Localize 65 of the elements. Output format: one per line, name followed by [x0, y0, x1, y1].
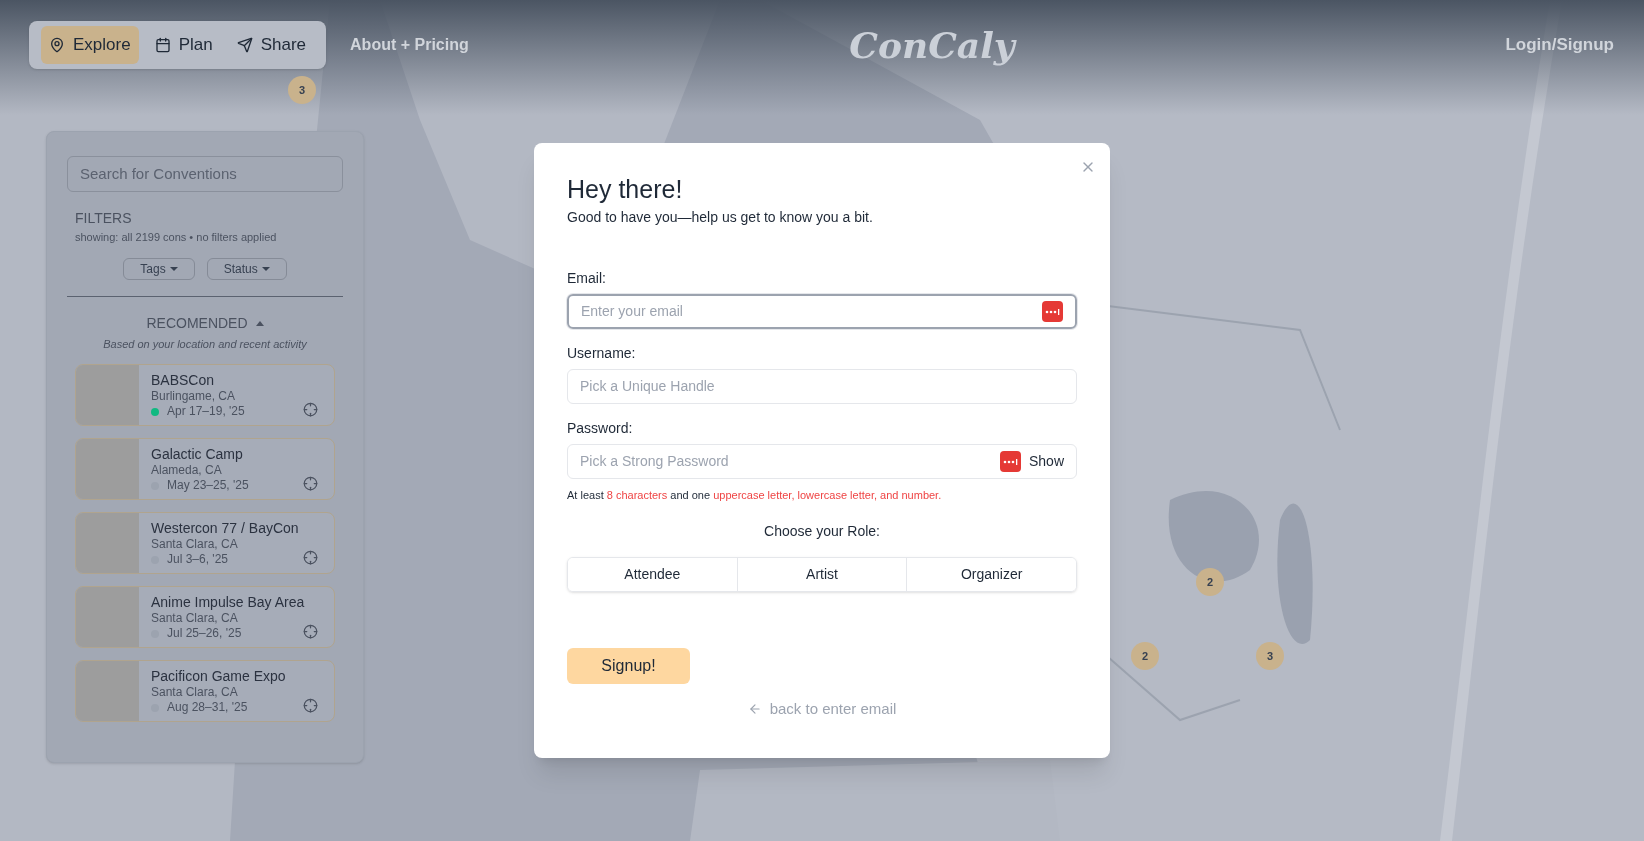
convention-location: Alameda, CA — [151, 463, 223, 478]
convention-location: Santa Clara, CA — [151, 537, 239, 552]
thumbnail — [76, 439, 139, 499]
input-field[interactable]: Enter your email — [567, 294, 1077, 329]
section-toggle[interactable]: RECOMENDED — [146, 312, 264, 334]
convention-card[interactable]: Galactic Camp Alameda, CA May 23–25, '25 — [75, 438, 335, 500]
section-subtitle: Based on your location and recent activity — [103, 336, 307, 352]
filter-dropdown[interactable]: Status — [206, 257, 287, 280]
nav-tab[interactable]: Explore — [41, 26, 139, 64]
crosshair-icon[interactable] — [303, 476, 318, 491]
convention-card[interactable]: Pacificon Game Expo Santa Clara, CA Aug 28–31, '25 — [75, 660, 335, 722]
convention-dates: Jul 25–26, '25 — [167, 626, 242, 641]
password-hint: At least 8 characters and one uppercase letter, lowercase letter, and number. — [567, 488, 943, 503]
signup-button[interactable]: Signup! — [567, 647, 690, 684]
crosshair-icon[interactable] — [303, 624, 318, 639]
paper-plane-icon — [236, 37, 253, 53]
filters-heading: FILTERS — [75, 209, 133, 228]
convention-dates: Apr 17–19, '25 — [167, 404, 245, 419]
convention-name: Galactic Camp — [151, 445, 244, 463]
caret-icon — [169, 266, 178, 271]
thumbnail — [76, 513, 139, 573]
convention-location: Burlingame, CA — [151, 389, 237, 404]
password-manager-icon[interactable] — [999, 451, 1021, 472]
filter-dropdown[interactable]: Tags — [123, 257, 195, 280]
convention-card[interactable]: Westercon 77 / BayCon Santa Clara, CA Jul 3–6, '25 — [75, 512, 335, 574]
convention-name: Westercon 77 / BayCon — [151, 519, 300, 537]
convention-location: Santa Clara, CA — [151, 611, 239, 626]
convention-dates: Aug 28–31, '25 — [167, 700, 248, 715]
input-field[interactable]: Pick a Strong Password Show — [567, 444, 1077, 479]
password-manager-icon[interactable] — [1042, 301, 1063, 322]
role-option[interactable]: Attendee — [568, 557, 737, 591]
convention-card[interactable]: Anime Impulse Bay Area Santa Clara, CA Jul 25–26, '25 — [75, 586, 335, 648]
convention-dates: May 23–25, '25 — [167, 478, 249, 493]
convention-card[interactable]: BABSCon Burlingame, CA Apr 17–19, '25 — [75, 364, 335, 426]
field-label: Email: — [567, 269, 607, 288]
text-input[interactable]: Pick a Strong Password — [580, 451, 992, 472]
calendar-icon — [154, 37, 171, 53]
role-label: Choose your Role: — [763, 521, 881, 541]
dialog-subtitle: Good to have you—help us get to know you a bit. — [567, 208, 874, 227]
text-input[interactable]: Pick a Unique Handle — [580, 376, 1064, 397]
map-pin-icon — [49, 37, 65, 53]
arrow-left-icon — [747, 701, 762, 716]
nav-tab[interactable]: Share — [228, 26, 315, 64]
crosshair-icon[interactable] — [303, 402, 318, 417]
field-label: Username: — [567, 344, 637, 363]
convention-name: Anime Impulse Bay Area — [151, 593, 306, 611]
crosshair-icon[interactable] — [303, 550, 318, 565]
convention-dates: Jul 3–6, '25 — [167, 552, 228, 567]
dialog-title: Hey there! — [567, 174, 684, 205]
caret-icon — [261, 266, 270, 271]
text-input[interactable]: Enter your email — [581, 301, 1034, 322]
thumbnail — [76, 661, 139, 721]
filters-summary: showing: all 2199 cons • no filters applied — [75, 230, 278, 245]
convention-name: Pacificon Game Expo — [151, 667, 287, 685]
caret-icon — [255, 320, 264, 326]
crosshair-icon[interactable] — [303, 698, 318, 713]
role-option[interactable]: Organizer — [906, 557, 1076, 591]
field-label: Password: — [567, 419, 634, 438]
convention-name: BABSCon — [151, 371, 216, 389]
convention-location: Santa Clara, CA — [151, 685, 239, 700]
thumbnail — [76, 365, 139, 425]
nav-tab[interactable]: Plan — [146, 26, 221, 64]
role-option[interactable]: Artist — [736, 557, 907, 591]
thumbnail — [76, 587, 139, 647]
show-toggle[interactable]: Show — [1028, 451, 1064, 472]
